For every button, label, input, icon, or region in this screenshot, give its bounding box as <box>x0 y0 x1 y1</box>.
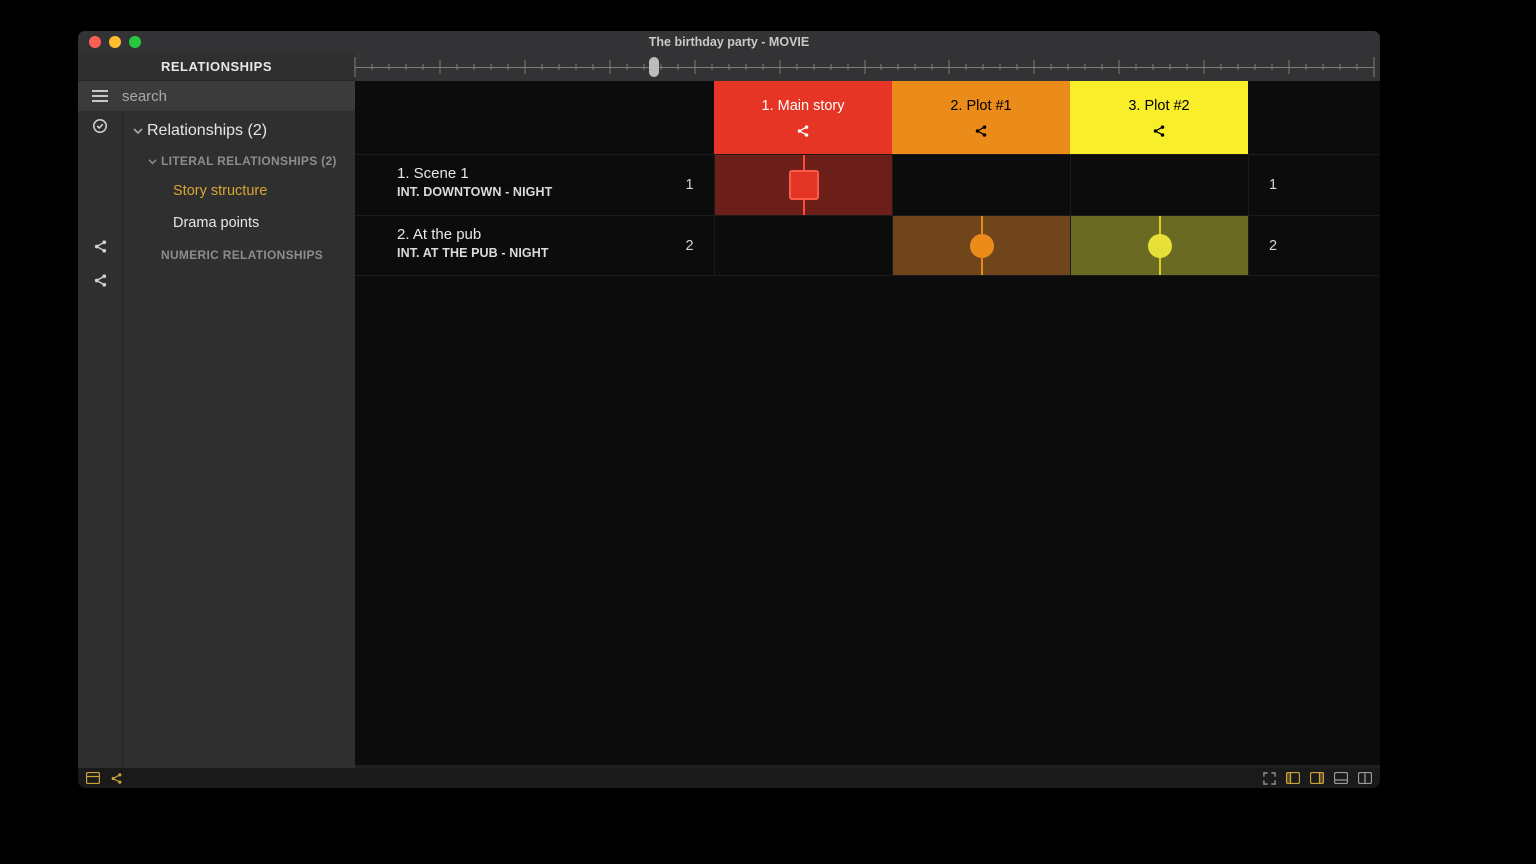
scene-title: 1. Scene 1 <box>397 165 665 182</box>
plot-cell-plot-2[interactable] <box>1070 155 1248 215</box>
scene-marker-dot[interactable] <box>1148 234 1172 258</box>
tree-group-numeric[interactable]: NUMERIC RELATIONSHIPS <box>123 241 355 269</box>
scene-cell[interactable]: 2. At the pub INT. AT THE PUB - NIGHT <box>355 216 665 275</box>
grid-header: 1. Main story 2. Plot #1 3. Plot #2 <box>355 81 1380 154</box>
ruler-knob[interactable] <box>649 57 659 77</box>
relationship-grid: 1. Main story 2. Plot #1 3. Plot #2 <box>355 81 1380 276</box>
scene-number-right: 2 <box>1248 216 1297 275</box>
share-icon[interactable] <box>93 271 108 289</box>
scene-number-left: 1 <box>665 155 714 215</box>
chevron-down-icon <box>129 126 147 136</box>
target-icon[interactable] <box>92 117 108 135</box>
sidebar-gutter <box>78 111 122 788</box>
status-bar <box>78 768 1380 788</box>
scene-cell[interactable]: 1. Scene 1 INT. DOWNTOWN - NIGHT <box>355 155 665 215</box>
scene-number-right: 1 <box>1248 155 1297 215</box>
plot-cell-plot-1[interactable] <box>892 155 1070 215</box>
panel-split-icon[interactable] <box>1358 772 1372 785</box>
app-window: The birthday party - MOVIE RELATIONSHIPS <box>78 31 1380 788</box>
search-input[interactable] <box>122 88 355 105</box>
chevron-down-icon <box>143 157 161 166</box>
window-title: The birthday party - MOVIE <box>78 35 1380 49</box>
titlebar: The birthday party - MOVIE <box>78 31 1380 53</box>
share-icon <box>796 124 810 138</box>
share-icon[interactable] <box>93 237 108 255</box>
tree-group-literal-label: LITERAL RELATIONSHIPS (2) <box>161 154 337 168</box>
tree-item-drama-points[interactable]: Drama points <box>123 207 355 239</box>
scene-marker-square[interactable] <box>789 170 819 200</box>
layout-icon[interactable] <box>86 772 100 785</box>
plot-header-main-story[interactable]: 1. Main story <box>714 81 892 154</box>
menu-icon[interactable] <box>78 90 122 102</box>
plot-cell-main-story[interactable] <box>714 155 892 215</box>
sidebar-tree: Relationships (2) LITERAL RELATIONSHIPS … <box>122 111 355 788</box>
scene-slug: INT. DOWNTOWN - NIGHT <box>397 185 665 199</box>
main-area: 1. Main story 2. Plot #1 3. Plot #2 <box>355 53 1380 788</box>
sidebar-panel-title: RELATIONSHIPS <box>78 53 355 81</box>
scene-title: 2. At the pub <box>397 226 665 243</box>
tree-root[interactable]: Relationships (2) <box>123 115 355 147</box>
sidebar: RELATIONSHIPS <box>78 53 355 788</box>
plot-header-label: 3. Plot #2 <box>1128 98 1189 114</box>
plot-cell-plot-2[interactable] <box>1070 216 1248 275</box>
panel-bottom-icon[interactable] <box>1334 772 1348 785</box>
plot-header-label: 2. Plot #1 <box>950 98 1011 114</box>
plot-cell-main-story[interactable] <box>714 216 892 275</box>
fullscreen-icon[interactable] <box>1263 772 1276 785</box>
share-icon[interactable] <box>110 772 123 785</box>
scene-row: 1. Scene 1 INT. DOWNTOWN - NIGHT 1 1 <box>355 154 1380 215</box>
tree-item-label: Story structure <box>173 183 267 199</box>
share-icon <box>1152 124 1166 138</box>
share-icon <box>974 124 988 138</box>
tree-root-label: Relationships (2) <box>147 122 267 140</box>
tree-item-story-structure[interactable]: Story structure <box>123 175 355 207</box>
scene-row: 2. At the pub INT. AT THE PUB - NIGHT 2 … <box>355 215 1380 276</box>
scene-number-left: 2 <box>665 216 714 275</box>
tree-group-literal[interactable]: LITERAL RELATIONSHIPS (2) <box>123 147 355 175</box>
plot-header-plot-1[interactable]: 2. Plot #1 <box>892 81 1070 154</box>
timeline-ruler[interactable] <box>355 53 1380 81</box>
panel-left-icon[interactable] <box>1286 772 1300 785</box>
scene-marker-dot[interactable] <box>970 234 994 258</box>
plot-header-plot-2[interactable]: 3. Plot #2 <box>1070 81 1248 154</box>
tree-group-numeric-label: NUMERIC RELATIONSHIPS <box>161 248 323 262</box>
plot-header-label: 1. Main story <box>762 98 845 114</box>
search-row <box>78 81 355 111</box>
plot-cell-plot-1[interactable] <box>892 216 1070 275</box>
tree-item-label: Drama points <box>173 215 259 231</box>
scene-slug: INT. AT THE PUB - NIGHT <box>397 246 665 260</box>
panel-right-icon[interactable] <box>1310 772 1324 785</box>
